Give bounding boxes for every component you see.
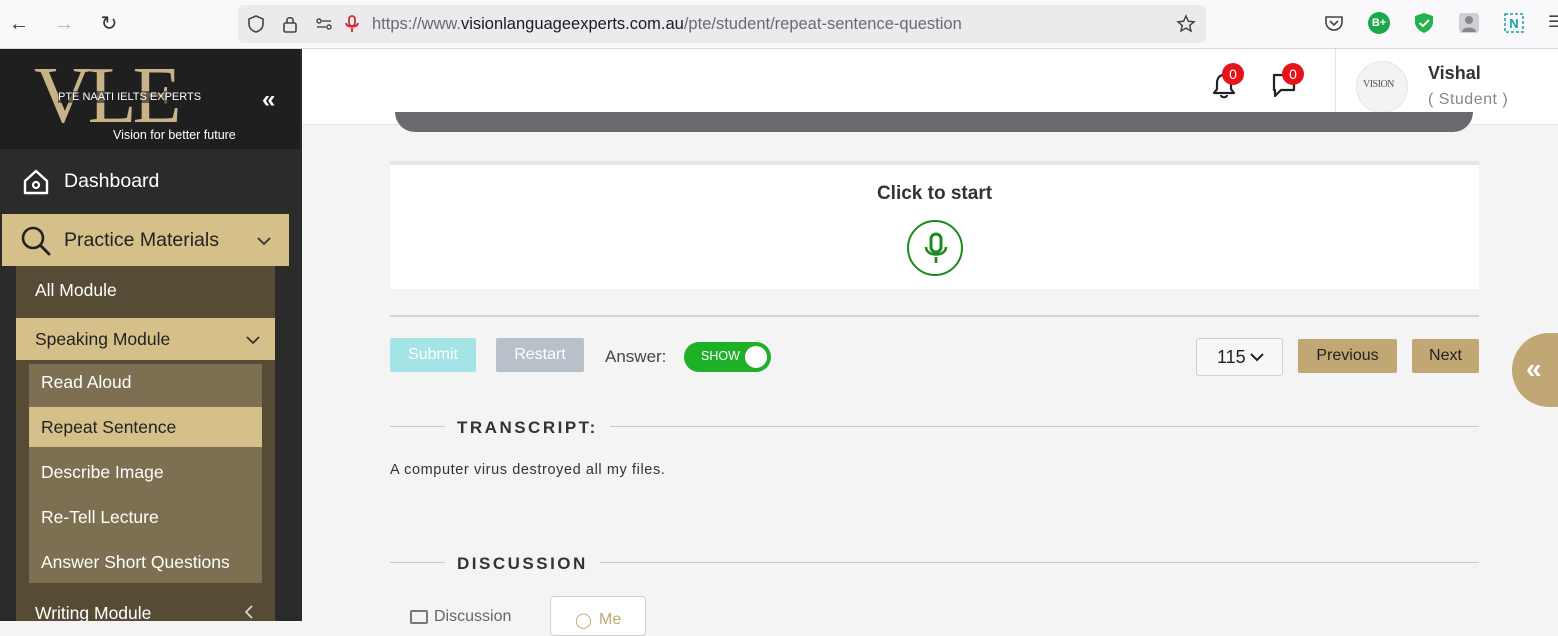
sidebar-item-label: Practice Materials xyxy=(64,229,219,251)
svg-text:N: N xyxy=(1509,16,1518,31)
sidebar-item-read-aloud[interactable]: Read Aloud xyxy=(29,362,262,402)
chevron-down-icon xyxy=(246,336,260,345)
toggle-label: SHOW xyxy=(701,349,740,363)
sidebar-item-dashboard[interactable]: Dashboard xyxy=(0,156,300,206)
profile-extension-icon[interactable] xyxy=(1458,12,1480,34)
toggle-knob xyxy=(745,346,767,368)
browser-toolbar: ← → ↻ https://www.visionlanguageexperts.… xyxy=(0,0,1558,49)
floating-panel-toggle[interactable]: « xyxy=(1512,333,1558,407)
avatar-logo-text: VISION xyxy=(1363,79,1394,90)
collapse-sidebar-icon[interactable]: « xyxy=(262,86,275,114)
sidebar-item-label: Answer Short Questions xyxy=(41,552,230,572)
url-path: /pte/student/repeat-sentence-question xyxy=(683,15,962,33)
chevron-left-icon xyxy=(244,605,253,619)
sidebar-item-label: Re-Tell Lecture xyxy=(41,507,159,527)
practice-submenu: All Module Speaking Module Read Aloud Re… xyxy=(16,266,275,623)
divider xyxy=(390,315,1479,317)
click-to-start-label: Click to start xyxy=(876,183,993,204)
messages-badge: 0 xyxy=(1282,63,1304,85)
transcript-text: A computer virus destroyed all my files. xyxy=(390,462,666,478)
question-number-value: 115 xyxy=(1217,347,1246,367)
chevron-down-icon xyxy=(1250,353,1264,362)
answer-toggle[interactable]: SHOW xyxy=(684,342,771,372)
pocket-icon[interactable] xyxy=(1323,12,1345,34)
double-chevron-left-icon: « xyxy=(1526,353,1542,384)
tab-discussion[interactable]: Discussion xyxy=(410,608,511,626)
sidebar-item-all-module[interactable]: All Module xyxy=(16,269,275,311)
user-icon: ◯ xyxy=(575,612,592,629)
sidebar-item-retell-lecture[interactable]: Re-Tell Lecture xyxy=(29,497,262,537)
search-icon xyxy=(21,226,51,256)
home-icon xyxy=(23,169,49,195)
sidebar-item-answer-short-questions[interactable]: Answer Short Questions xyxy=(29,542,262,582)
sidebar-item-label: Describe Image xyxy=(41,462,164,482)
sidebar-item-describe-image[interactable]: Describe Image xyxy=(29,452,262,492)
menu-icon[interactable]: ☰ xyxy=(1548,12,1558,34)
microphone-icon xyxy=(924,232,948,263)
discussion-icon xyxy=(410,609,428,624)
user-role: ( Student ) xyxy=(1428,91,1509,108)
sidebar-item-label: Read Aloud xyxy=(41,372,132,392)
back-button[interactable]: ← xyxy=(7,12,31,36)
notifications-badge: 0 xyxy=(1222,63,1244,85)
tab-me[interactable]: ◯ Me xyxy=(550,596,646,636)
record-card: Click to start xyxy=(390,161,1479,289)
discussion-title: DISCUSSION xyxy=(445,554,600,574)
sidebar-item-writing-module[interactable]: Writing Module xyxy=(16,592,275,634)
lock-icon[interactable] xyxy=(280,14,300,34)
tab-discussion-label: Discussion xyxy=(434,608,512,625)
logo-tagline: Vision for better future xyxy=(113,128,236,142)
logo-subtitle: PTE NAATI IELTS EXPERTS xyxy=(58,91,202,103)
microphone-active-icon[interactable] xyxy=(342,14,362,34)
sidebar-item-speaking-module[interactable]: Speaking Module xyxy=(16,318,275,360)
reload-button[interactable]: ↻ xyxy=(97,12,121,36)
chevron-down-icon xyxy=(257,237,271,246)
avatar[interactable]: VISION xyxy=(1356,61,1408,113)
tab-me-label: Me xyxy=(599,611,622,628)
next-button[interactable]: Next xyxy=(1412,339,1479,373)
question-number-select[interactable]: 115 xyxy=(1196,338,1283,376)
brand-logo[interactable]: VLE PTE NAATI IELTS EXPERTS Vision for b… xyxy=(0,49,300,149)
speaking-submenu: Read Aloud Repeat Sentence Describe Imag… xyxy=(29,364,262,583)
permissions-icon[interactable] xyxy=(314,14,334,34)
shield-check-extension-icon[interactable] xyxy=(1413,12,1435,34)
shield-icon[interactable] xyxy=(246,14,266,34)
previous-button[interactable]: Previous xyxy=(1298,339,1397,373)
sidebar-item-practice-materials[interactable]: Practice Materials xyxy=(2,214,289,266)
url-text[interactable]: https://www.visionlanguageexperts.com.au… xyxy=(372,15,962,34)
sidebar: VLE PTE NAATI IELTS EXPERTS Vision for b… xyxy=(0,49,302,623)
audio-player-edge xyxy=(395,112,1473,132)
url-prefix: https://www. xyxy=(372,15,461,33)
record-button[interactable] xyxy=(907,220,963,276)
transcript-title: TRANSCRIPT: xyxy=(445,418,610,438)
url-domain: visionlanguageexperts.com.au xyxy=(460,15,684,33)
forward-button[interactable]: → xyxy=(52,12,76,36)
sidebar-item-label: Dashboard xyxy=(64,170,160,192)
user-name[interactable]: Vishal xyxy=(1428,63,1481,84)
sidebar-item-repeat-sentence[interactable]: Repeat Sentence xyxy=(29,407,262,447)
sidebar-item-label: Speaking Module xyxy=(35,329,171,349)
answer-label: Answer: xyxy=(605,347,667,366)
submit-button[interactable]: Submit xyxy=(390,338,476,372)
sidebar-item-label: All Module xyxy=(35,280,117,300)
grade-extension-icon[interactable]: B+ xyxy=(1368,12,1390,34)
address-bar[interactable]: https://www.visionlanguageexperts.com.au… xyxy=(238,5,1206,43)
restart-button[interactable]: Restart xyxy=(496,338,584,372)
notion-extension-icon[interactable]: N xyxy=(1503,12,1525,34)
sidebar-item-label: Repeat Sentence xyxy=(41,417,177,437)
bookmark-star-icon[interactable] xyxy=(1176,14,1196,34)
